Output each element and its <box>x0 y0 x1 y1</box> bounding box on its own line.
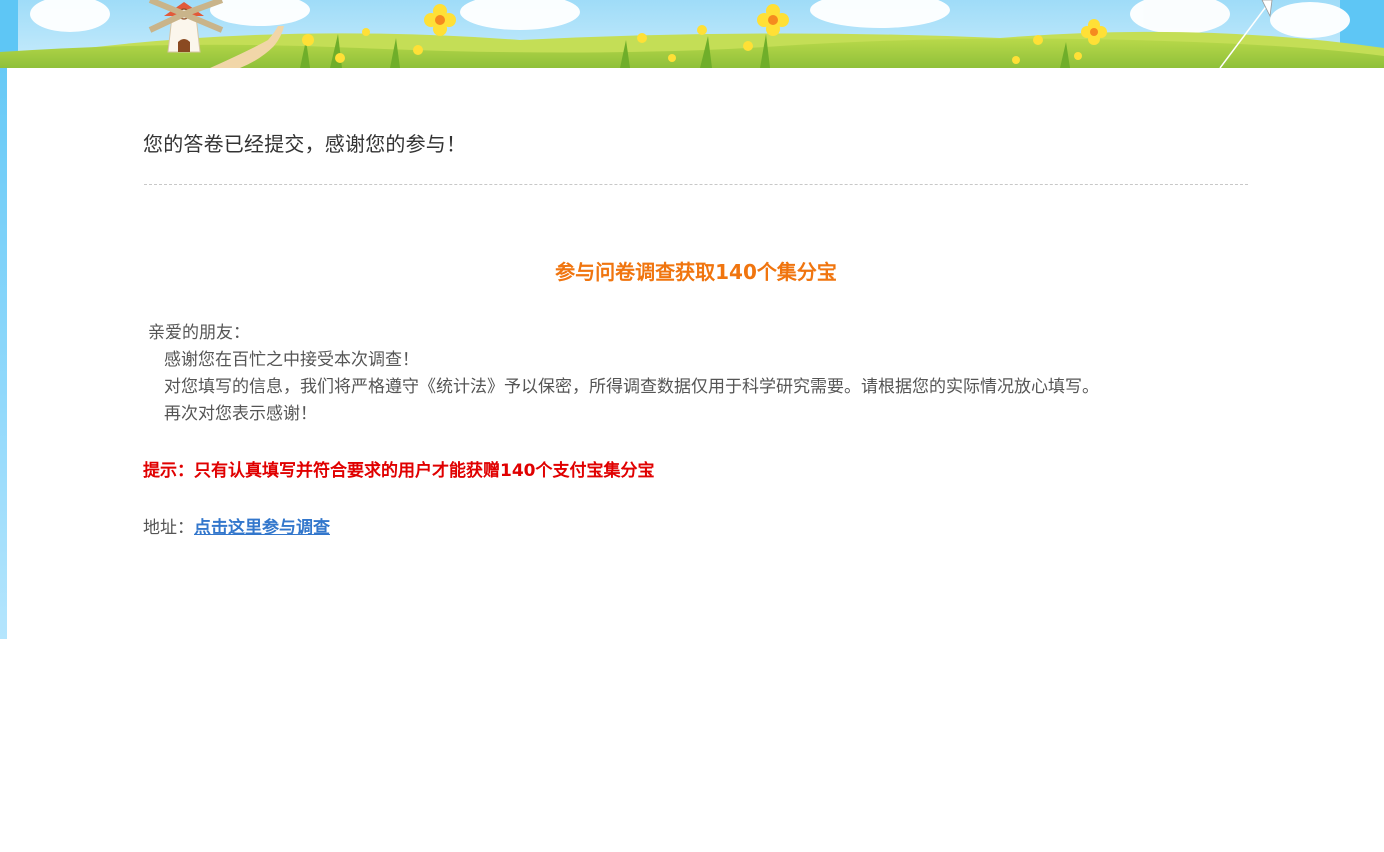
survey-complete-page: 您的答卷已经提交，感谢您的参与！ 参与问卷调查获取140个集分宝 亲爱的朋友： … <box>0 0 1384 852</box>
letter-line-3: 再次对您表示感谢！ <box>164 404 317 424</box>
content-panel: 您的答卷已经提交，感谢您的参与！ 参与问卷调查获取140个集分宝 亲爱的朋友： … <box>7 68 1384 639</box>
address-label: 地址： <box>143 518 194 538</box>
submitted-message: 您的答卷已经提交，感谢您的参与！ <box>143 132 467 156</box>
letter-greeting: 亲爱的朋友： <box>148 323 250 343</box>
address-row: 地址：点击这里参与调查 <box>143 513 330 538</box>
letter-line-2: 对您填写的信息，我们将严格遵守《统计法》予以保密，所得调查数据仅用于科学研究需要… <box>164 377 1099 397</box>
dashed-divider <box>144 184 1248 185</box>
letter-line-1: 感谢您在百忙之中接受本次调查！ <box>164 350 419 370</box>
survey-link[interactable]: 点击这里参与调查 <box>194 518 330 538</box>
banner-illustration <box>0 0 1384 68</box>
sky-side-strip <box>0 0 7 639</box>
reward-tip: 提示：只有认真填写并符合要求的用户才能获赠140个支付宝集分宝 <box>143 461 655 481</box>
header-banner <box>0 0 1384 68</box>
greeting-letter: 亲爱的朋友： 感谢您在百忙之中接受本次调查！ 对您填写的信息，我们将严格遵守《统… <box>148 320 1099 428</box>
promo-title: 参与问卷调查获取140个集分宝 <box>555 260 837 284</box>
